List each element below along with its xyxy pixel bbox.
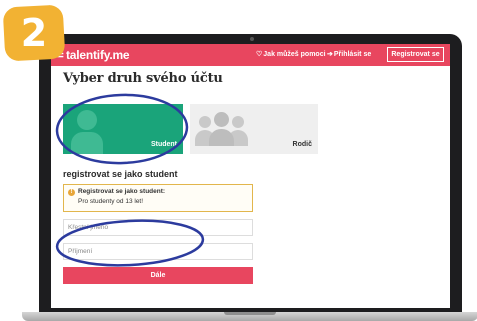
highlight-ellipse-student	[55, 93, 189, 165]
step-number: 2	[20, 11, 48, 55]
highlight-ellipse-fields	[55, 219, 205, 267]
annotation-layer	[55, 93, 205, 267]
